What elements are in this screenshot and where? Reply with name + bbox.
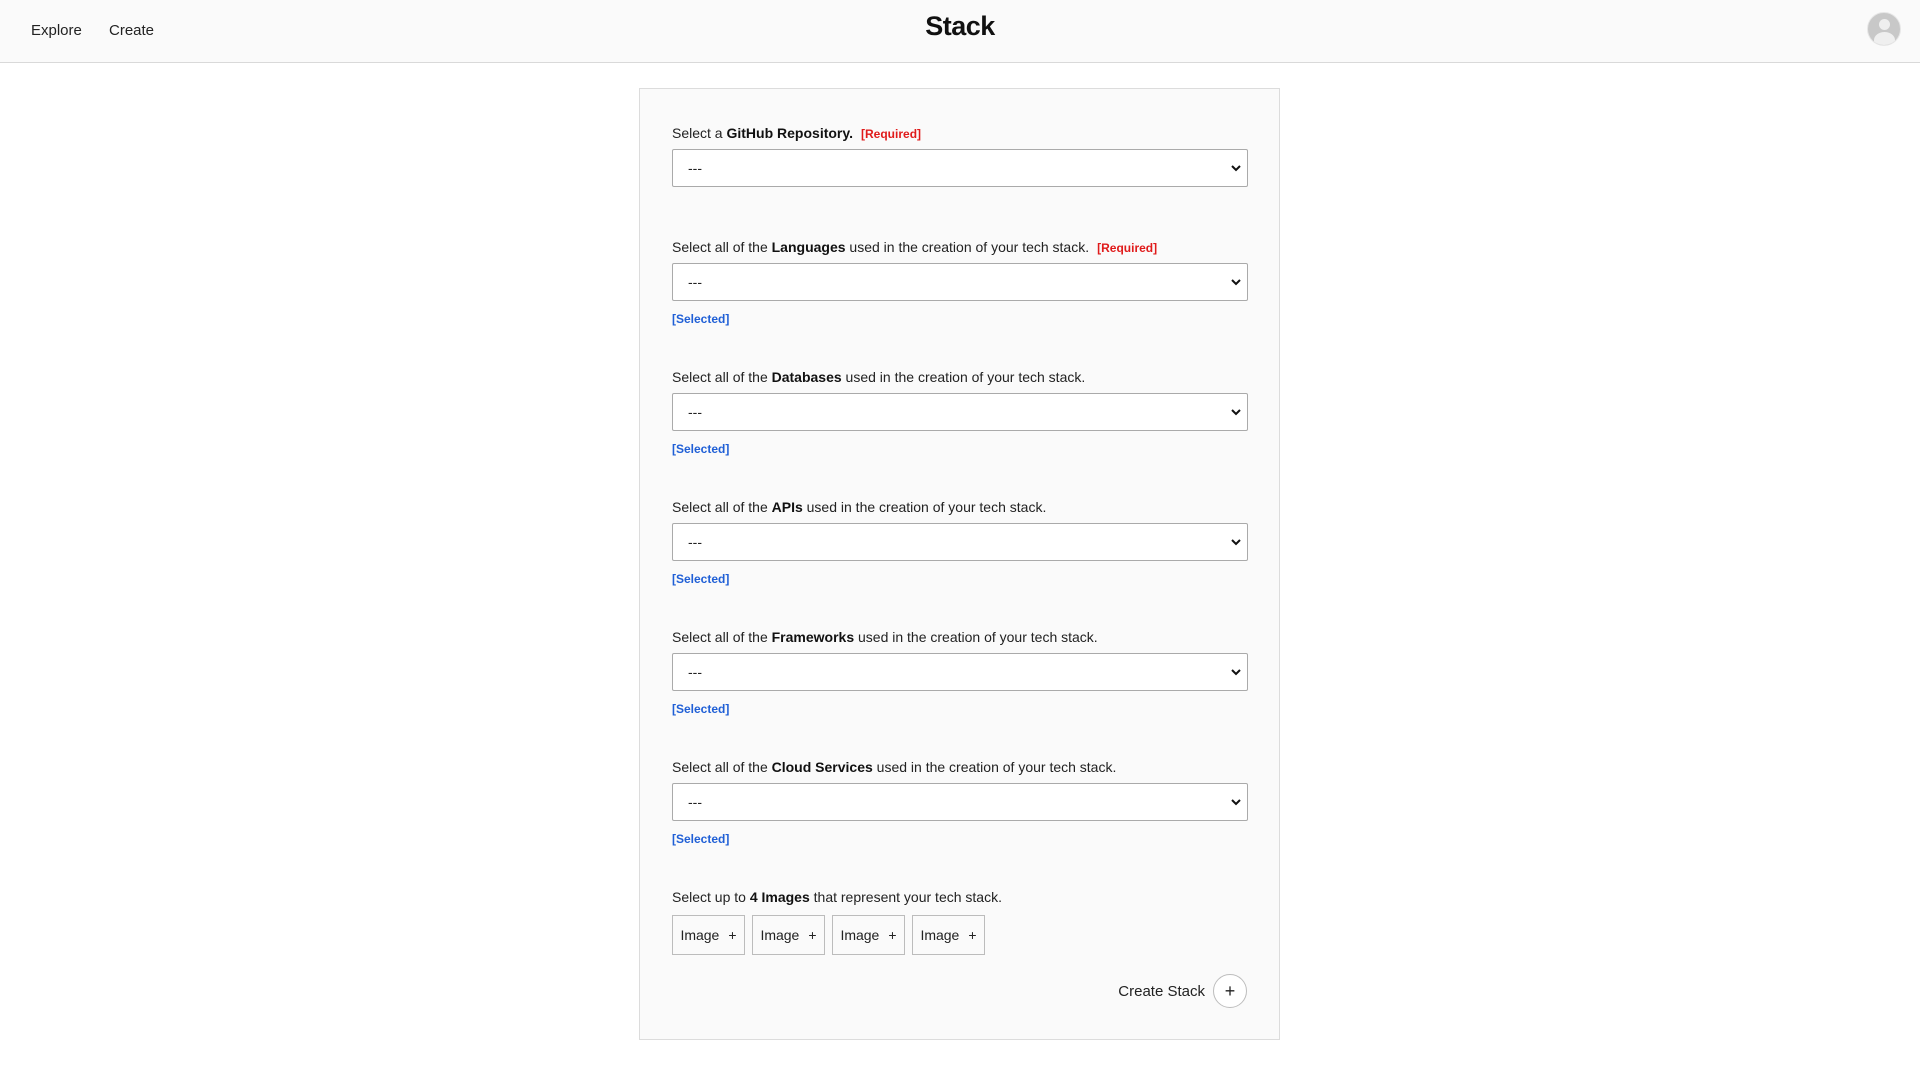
languages-select-value: --- <box>688 274 702 290</box>
languages-selected-link[interactable]: [Selected] <box>672 311 1250 327</box>
image-button-label: Image <box>680 927 720 943</box>
databases-select-value: --- <box>688 404 702 420</box>
cloud-label-prefix: Select all of the <box>672 759 772 775</box>
plus-icon: + <box>888 927 897 943</box>
chevron-down-icon <box>1231 279 1241 286</box>
frameworks-label: Select all of the Frameworks used in the… <box>672 627 1250 647</box>
cloud-services-label: Select all of the Cloud Services used in… <box>672 757 1250 777</box>
create-stack-form: Select a GitHub Repository. [Required] --… <box>639 88 1280 1040</box>
languages-label: Select all of the Languages used in the … <box>672 237 1250 257</box>
databases-label: Select all of the Databases used in the … <box>672 367 1250 387</box>
chevron-down-icon <box>1231 669 1241 676</box>
databases-selected-link[interactable]: [Selected] <box>672 441 1250 457</box>
cloud-services-select-value: --- <box>688 794 702 810</box>
frameworks-label-prefix: Select all of the <box>672 629 772 645</box>
apis-field: Select all of the APIs used in the creat… <box>672 497 1250 587</box>
chevron-down-icon <box>1231 165 1241 172</box>
plus-icon: + <box>968 927 977 943</box>
avatar-body-shape <box>1874 32 1895 45</box>
languages-field: Select all of the Languages used in the … <box>672 237 1250 327</box>
repo-select[interactable]: --- <box>672 149 1248 187</box>
frameworks-label-bold: Frameworks <box>771 629 855 645</box>
image-upload-button[interactable]: Image + <box>832 915 905 955</box>
frameworks-label-suffix: used in the creation of your tech stack. <box>854 629 1098 645</box>
frameworks-select-value: --- <box>688 664 702 680</box>
databases-label-bold: Databases <box>771 369 842 385</box>
languages-required-badge: [Required] <box>1097 241 1158 255</box>
cloud-services-select[interactable]: --- <box>672 783 1248 821</box>
image-upload-button[interactable]: Image + <box>752 915 825 955</box>
repo-label: Select a GitHub Repository. [Required] <box>672 123 1250 143</box>
apis-label-bold: APIs <box>771 499 803 515</box>
images-label-prefix: Select up to <box>672 889 750 905</box>
cloud-services-field: Select all of the Cloud Services used in… <box>672 757 1250 847</box>
frameworks-selected-link[interactable]: [Selected] <box>672 701 1250 717</box>
images-label-bold: 4 Images <box>749 889 810 905</box>
avatar-head-shape <box>1879 19 1890 30</box>
languages-select[interactable]: --- <box>672 263 1248 301</box>
languages-label-bold: Languages <box>771 239 846 255</box>
repo-required-badge: [Required] <box>861 127 922 141</box>
top-navbar: Explore Create Stack <box>0 0 1920 63</box>
image-buttons-row: Image + Image + Image + Image + <box>672 915 1250 955</box>
repo-label-prefix: Select a <box>672 125 727 141</box>
user-avatar-icon[interactable] <box>1867 12 1901 46</box>
apis-label-suffix: used in the creation of your tech stack. <box>802 499 1047 515</box>
images-label-suffix: that represent your tech stack. <box>809 889 1002 905</box>
apis-label-prefix: Select all of the <box>672 499 772 515</box>
image-upload-button[interactable]: Image + <box>912 915 985 955</box>
brand-logo[interactable]: Stack <box>0 11 1920 42</box>
apis-select-value: --- <box>688 534 702 550</box>
images-label: Select up to 4 Images that represent you… <box>672 887 1250 907</box>
chevron-down-icon <box>1231 409 1241 416</box>
cloud-label-suffix: used in the creation of your tech stack. <box>872 759 1117 775</box>
repo-label-bold: GitHub Repository. <box>726 125 854 141</box>
chevron-down-icon <box>1231 799 1241 806</box>
frameworks-select[interactable]: --- <box>672 653 1248 691</box>
image-button-label: Image <box>920 927 960 943</box>
create-stack-row: Create Stack + <box>1118 974 1247 1008</box>
repo-select-value: --- <box>688 160 702 176</box>
images-field: Select up to 4 Images that represent you… <box>672 887 1250 955</box>
databases-field: Select all of the Databases used in the … <box>672 367 1250 457</box>
languages-label-suffix: used in the creation of your tech stack. <box>845 239 1090 255</box>
plus-icon: + <box>808 927 817 943</box>
apis-select[interactable]: --- <box>672 523 1248 561</box>
databases-label-prefix: Select all of the <box>672 369 772 385</box>
apis-selected-link[interactable]: [Selected] <box>672 571 1250 587</box>
cloud-label-bold: Cloud Services <box>771 759 873 775</box>
databases-label-suffix: used in the creation of your tech stack. <box>841 369 1086 385</box>
create-stack-label[interactable]: Create Stack <box>1118 983 1205 1000</box>
image-button-label: Image <box>840 927 880 943</box>
plus-icon: + <box>728 927 737 943</box>
plus-icon: + <box>1224 980 1236 1001</box>
image-button-label: Image <box>760 927 800 943</box>
chevron-down-icon <box>1231 539 1241 546</box>
languages-label-prefix: Select all of the <box>672 239 772 255</box>
frameworks-field: Select all of the Frameworks used in the… <box>672 627 1250 717</box>
image-upload-button[interactable]: Image + <box>672 915 745 955</box>
create-stack-button[interactable]: + <box>1213 974 1247 1008</box>
repo-field: Select a GitHub Repository. [Required] --… <box>672 123 1250 187</box>
databases-select[interactable]: --- <box>672 393 1248 431</box>
apis-label: Select all of the APIs used in the creat… <box>672 497 1250 517</box>
cloud-services-selected-link[interactable]: [Selected] <box>672 831 1250 847</box>
